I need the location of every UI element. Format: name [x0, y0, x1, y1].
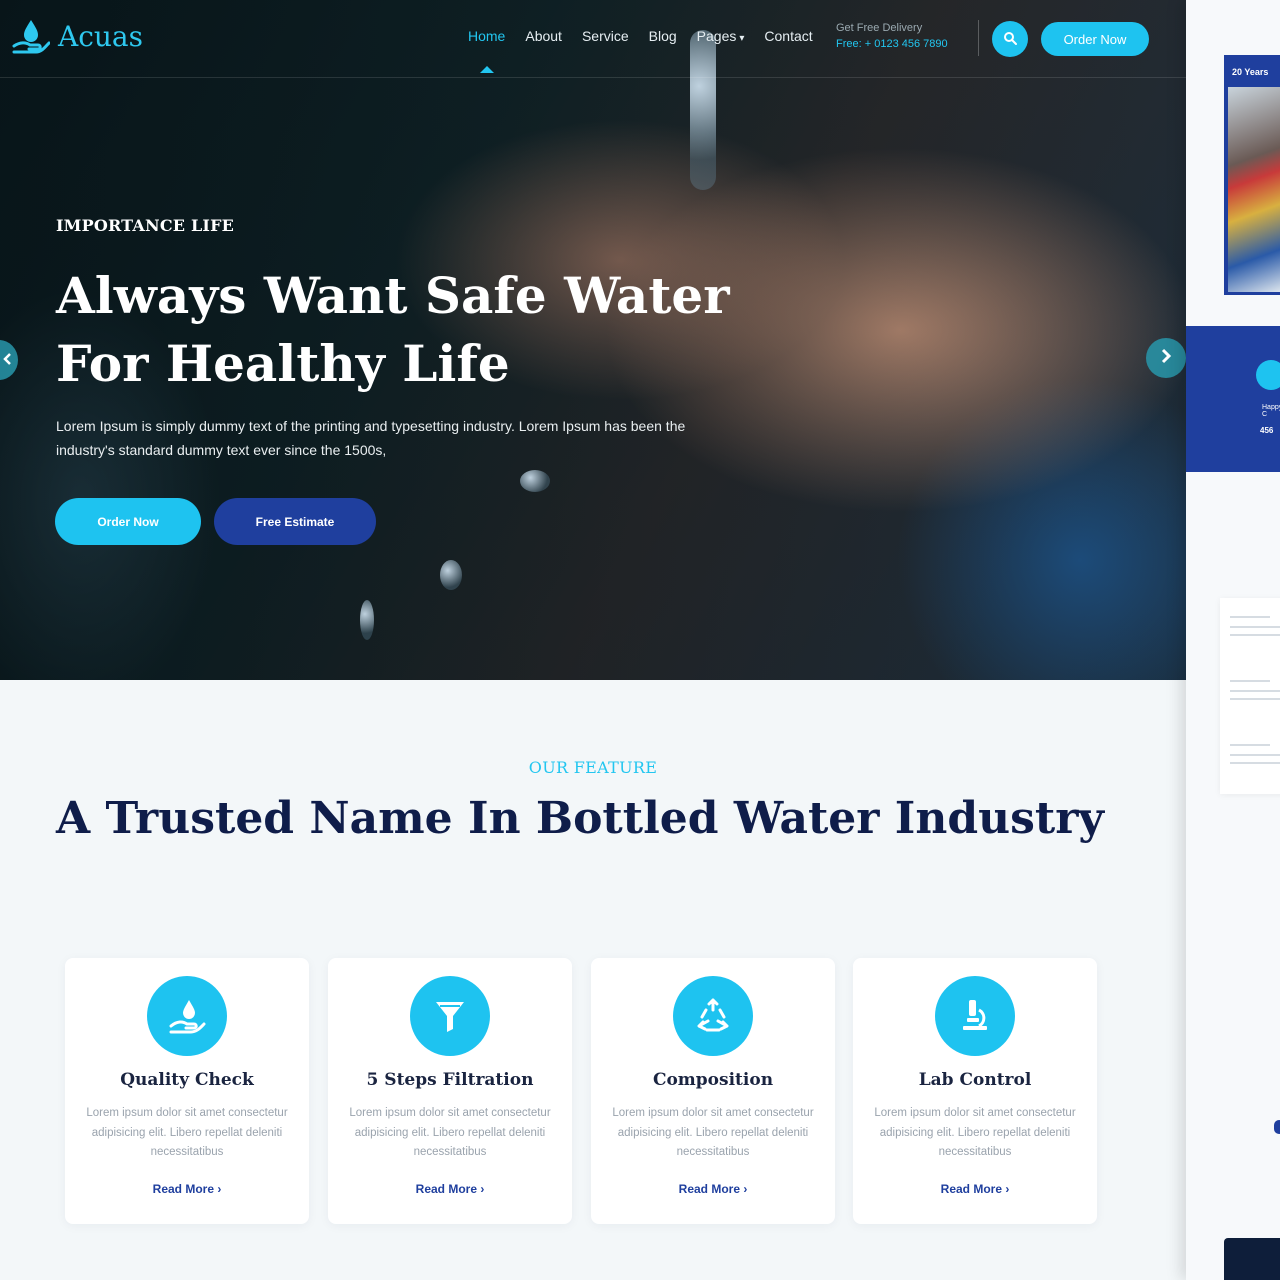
preview-line [1230, 634, 1280, 636]
preview-line [1230, 698, 1280, 700]
features-section: OUR FEATURE A Trusted Name In Bottled Wa… [0, 680, 1186, 1280]
feature-title: Quality Check [120, 1070, 254, 1090]
feature-card-composition: Composition Lorem ipsum dolor sit amet c… [591, 958, 835, 1224]
header-divider [978, 20, 979, 56]
top-navigation-bar: Acuas Home About Service Blog Pages ▾ Con… [0, 0, 1186, 78]
brand-name: Acuas [58, 19, 143, 53]
preview-toggle [1274, 1120, 1280, 1134]
nav-pages-label: Pages [696, 28, 737, 44]
feature-card-filtration: 5 Steps Filtration Lorem ipsum dolor sit… [328, 958, 572, 1224]
read-more-link[interactable]: Read More › [853, 1182, 1097, 1196]
nav-home[interactable]: Home [468, 28, 505, 73]
feature-title: 5 Steps Filtration [366, 1070, 534, 1090]
page-preview-strip: 20 Years Happy C 456 [1186, 0, 1280, 1280]
about-image [1228, 87, 1280, 292]
features-label: OUR FEATURE [528, 758, 658, 777]
feature-text: Lorem ipsum dolor sit amet consectetur a… [612, 1107, 814, 1158]
hero-order-button[interactable]: Order Now [55, 498, 201, 545]
water-splash [440, 560, 462, 590]
preview-list-panel [1220, 598, 1280, 794]
search-icon [1003, 30, 1017, 49]
preview-line [1230, 744, 1270, 746]
feature-text: Lorem ipsum dolor sit amet consectetur a… [86, 1107, 288, 1158]
stat-label: Happy C [1262, 404, 1280, 418]
preview-line [1230, 762, 1280, 764]
hero-description: Lorem Ipsum is simply dummy text of the … [56, 418, 686, 458]
hero-title: Always Want Safe Water For Healthy Life [56, 266, 730, 393]
preview-line [1230, 690, 1280, 692]
preview-line [1230, 616, 1270, 618]
read-more-link[interactable]: Read More › [328, 1182, 572, 1196]
chevron-left-icon [2, 351, 12, 370]
water-hand-logo-icon [12, 18, 51, 54]
stat-value: 456 [1260, 426, 1274, 435]
water-splash [360, 600, 374, 640]
water-splash [520, 470, 550, 492]
delivery-phone[interactable]: Free: + 0123 456 7890 [836, 38, 948, 50]
read-more-link[interactable]: Read More › [591, 1182, 835, 1196]
recycle-icon [673, 976, 753, 1056]
feature-title: Composition [652, 1070, 774, 1090]
water-drop-hand-icon [147, 976, 227, 1056]
filter-funnel-icon [410, 976, 490, 1056]
stats-band [1186, 326, 1280, 472]
header-order-button[interactable]: Order Now [1041, 22, 1149, 56]
nav-contact[interactable]: Contact [764, 28, 812, 44]
feature-card-lab-control: Lab Control Lorem ipsum dolor sit amet c… [853, 958, 1097, 1224]
delivery-label: Get Free Delivery [836, 22, 923, 34]
feature-text: Lorem ipsum dolor sit amet consectetur a… [874, 1107, 1076, 1158]
preview-line [1230, 626, 1280, 628]
hero-subtitle: IMPORTANCE LIFE [56, 216, 235, 235]
preview-footer-image [1224, 1238, 1280, 1280]
feature-text: Lorem ipsum dolor sit amet consectetur a… [349, 1107, 551, 1158]
hero-estimate-button[interactable]: Free Estimate [214, 498, 376, 545]
feature-card-quality-check: Quality Check Lorem ipsum dolor sit amet… [65, 958, 309, 1224]
main-nav: Home About Service Blog Pages ▾ Contact [468, 28, 833, 73]
hero-section: Acuas Home About Service Blog Pages ▾ Con… [0, 0, 1186, 680]
slider-next-button[interactable] [1146, 338, 1186, 378]
nav-pages[interactable]: Pages ▾ [697, 28, 745, 44]
preview-line [1230, 754, 1280, 756]
thumbs-up-icon [1256, 360, 1280, 390]
chevron-right-icon [1160, 348, 1172, 368]
chevron-down-icon: ▾ [739, 33, 745, 44]
nav-service[interactable]: Service [582, 28, 629, 44]
features-title: A Trusted Name In Bottled Water Industry [56, 793, 1104, 844]
nav-blog[interactable]: Blog [649, 28, 677, 44]
delivery-info: Get Free Delivery Free: + 0123 456 7890 [836, 22, 948, 50]
nav-about[interactable]: About [525, 28, 562, 44]
brand-logo[interactable]: Acuas [12, 18, 143, 54]
feature-title: Lab Control [918, 1070, 1032, 1090]
experience-badge: 20 Years [1224, 55, 1280, 295]
read-more-link[interactable]: Read More › [65, 1182, 309, 1196]
search-button[interactable] [992, 21, 1028, 57]
experience-badge-text: 20 Years [1232, 67, 1269, 77]
preview-line [1230, 680, 1270, 682]
microscope-icon [935, 976, 1015, 1056]
